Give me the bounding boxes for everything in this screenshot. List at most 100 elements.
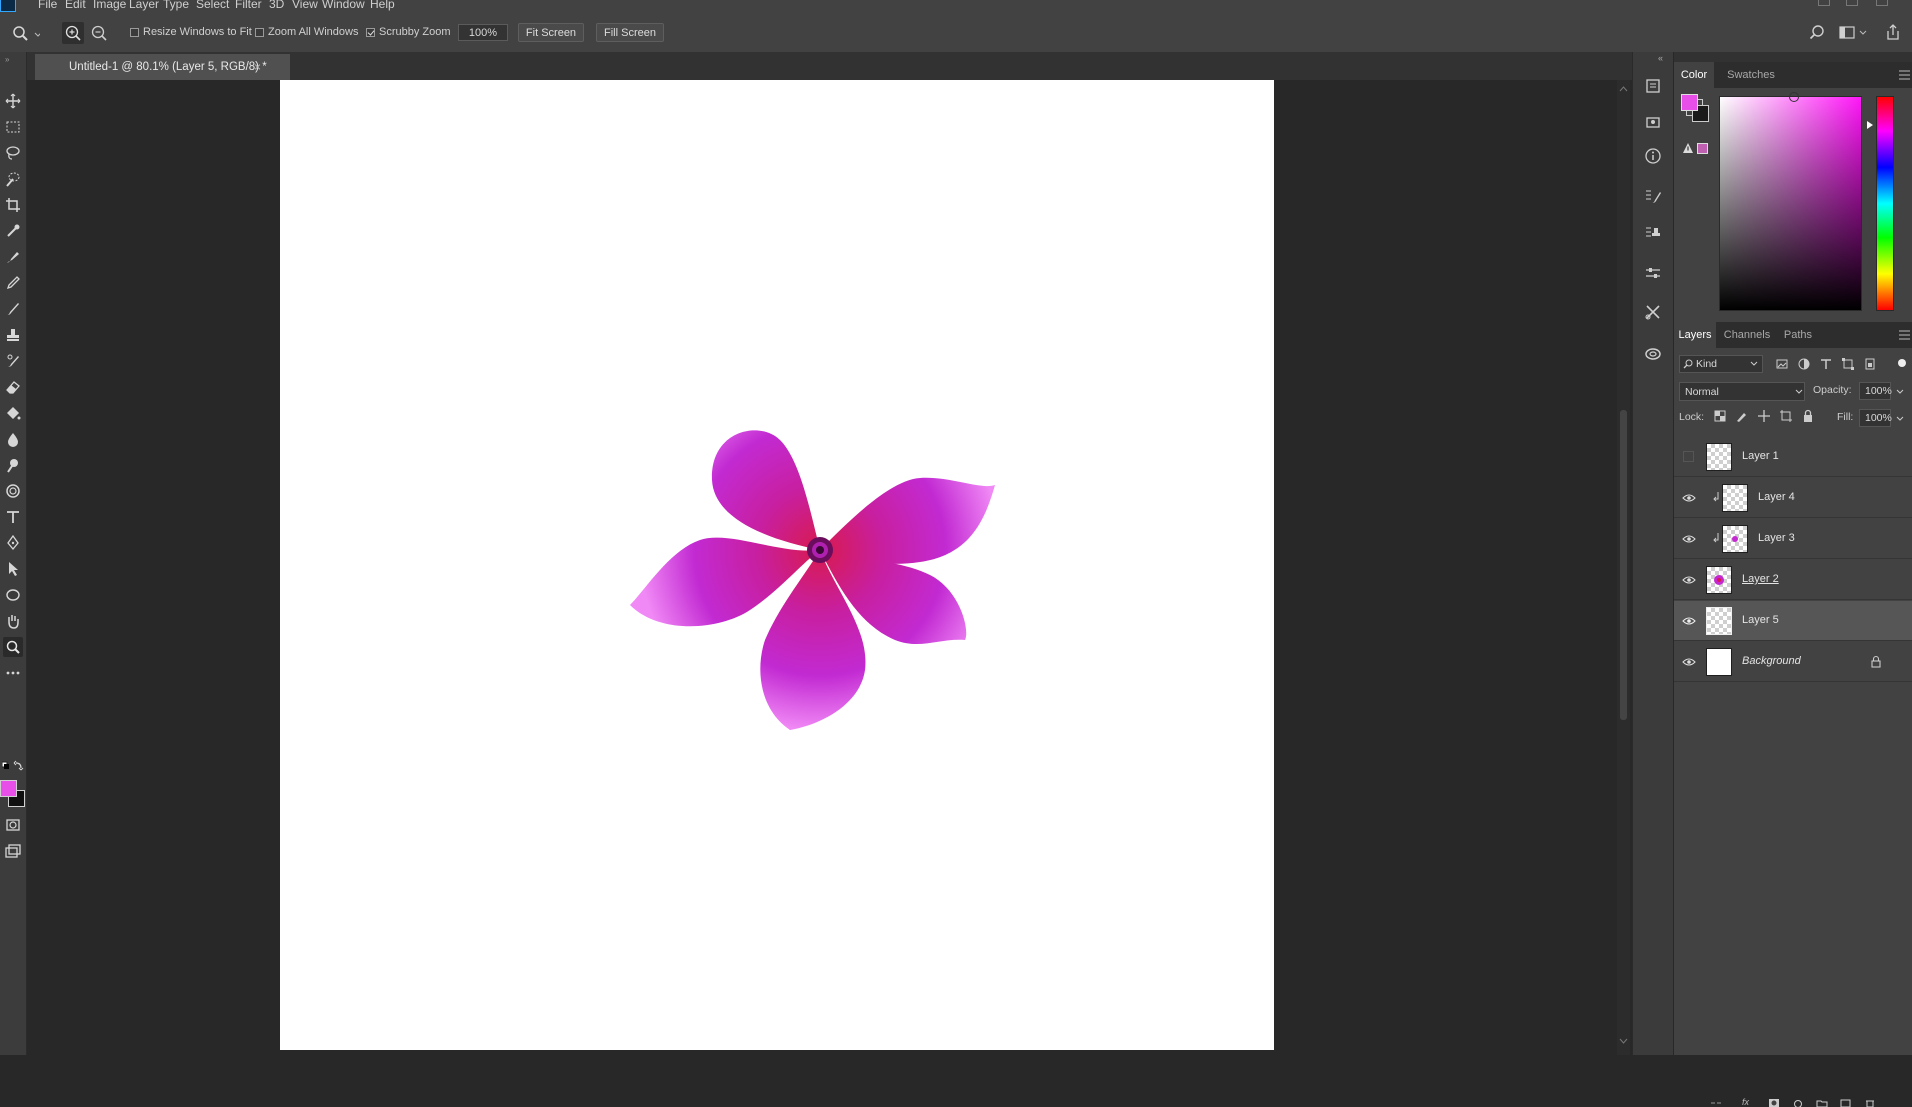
filter-toggle-switch[interactable] — [1898, 359, 1906, 367]
pen-tool[interactable] — [3, 533, 23, 553]
dock-collapse-icon[interactable]: « — [1658, 53, 1663, 63]
minimize-button[interactable] — [1818, 0, 1830, 6]
opacity-chevron-down-icon[interactable] — [1896, 389, 1904, 395]
shape-tool[interactable] — [3, 585, 23, 605]
new-adjustment-layer-icon[interactable] — [1792, 1099, 1804, 1107]
color-panel-fg-swatch[interactable] — [1681, 94, 1698, 111]
menu-3d[interactable]: 3D — [269, 0, 284, 11]
menu-filter[interactable]: Filter — [235, 0, 262, 11]
menu-file[interactable]: File — [38, 0, 57, 11]
eye-icon[interactable] — [1682, 491, 1696, 505]
tool-preset-picker[interactable] — [10, 24, 40, 44]
brush-settings-panel-button[interactable] — [1642, 185, 1664, 207]
menu-view[interactable]: View — [292, 0, 318, 11]
fit-screen-button[interactable]: Fit Screen — [518, 23, 584, 42]
layer-name[interactable]: Layer 3 — [1758, 532, 1795, 544]
blur-tool[interactable] — [3, 429, 23, 449]
zoom-tool[interactable] — [3, 637, 23, 657]
share-icon[interactable] — [1884, 23, 1902, 41]
move-tool[interactable] — [3, 91, 23, 111]
scrubby-zoom-checkbox[interactable] — [366, 28, 375, 37]
scrubby-zoom-option[interactable]: Scrubby Zoom — [366, 26, 451, 38]
opacity-field[interactable]: 100% — [1859, 382, 1891, 400]
layer-row-layer-1[interactable]: Layer 1 — [1674, 437, 1912, 477]
zoom-all-checkbox[interactable] — [255, 28, 264, 37]
tab-swatches[interactable]: Swatches — [1721, 62, 1781, 88]
scroll-down-arrow-icon[interactable] — [1619, 1038, 1628, 1044]
lock-position-icon[interactable] — [1757, 409, 1771, 423]
color-picker-marker[interactable] — [1789, 92, 1799, 102]
crop-tool[interactable] — [3, 195, 23, 215]
clone-stamp-tool[interactable] — [3, 325, 23, 345]
zoom-out-button[interactable] — [88, 22, 110, 44]
marquee-tool[interactable] — [3, 117, 23, 137]
libraries-panel-button[interactable] — [1642, 111, 1664, 133]
lasso-tool[interactable] — [3, 143, 23, 163]
layer-row-background[interactable]: Background — [1674, 642, 1912, 682]
out-of-gamut-warning-icon[interactable] — [1682, 142, 1694, 154]
menu-select[interactable]: Select — [196, 0, 229, 11]
scrollbar-thumb[interactable] — [1620, 410, 1627, 720]
tab-channels[interactable]: Channels — [1718, 322, 1776, 348]
default-colors-icon[interactable] — [2, 760, 24, 772]
tab-paths[interactable]: Paths — [1776, 322, 1820, 348]
link-layers-icon[interactable] — [1710, 1099, 1722, 1107]
quick-mask-button[interactable] — [3, 815, 23, 835]
clone-source-panel-button[interactable] — [1642, 222, 1664, 244]
color-picker-field[interactable] — [1719, 96, 1862, 311]
workspace-switcher-icon[interactable] — [1838, 24, 1868, 42]
lock-all-icon[interactable] — [1801, 409, 1815, 423]
menu-help[interactable]: Help — [370, 0, 395, 11]
menu-edit[interactable]: Edit — [65, 0, 86, 11]
document-tab[interactable]: Untitled-1 @ 80.1% (Layer 5, RGB/8) * × — [35, 54, 290, 80]
new-group-icon[interactable] — [1816, 1099, 1828, 1107]
layer-name[interactable]: Background — [1742, 655, 1801, 667]
eyedropper-tool[interactable] — [3, 221, 23, 241]
menu-window[interactable]: Window — [322, 0, 365, 11]
path-selection-tool[interactable] — [3, 559, 23, 579]
hue-slider[interactable] — [1876, 96, 1894, 311]
tool-presets-panel-button[interactable] — [1642, 301, 1664, 323]
tab-layers[interactable]: Layers — [1674, 322, 1716, 348]
lock-transparent-pixels-icon[interactable] — [1713, 409, 1727, 423]
close-window-button[interactable] — [1876, 0, 1888, 6]
zoom-percent-field[interactable]: 100% — [458, 24, 508, 41]
toolbar-collapse-icon[interactable]: » — [5, 55, 9, 64]
eye-icon[interactable] — [1682, 655, 1696, 669]
layer-row-layer-4[interactable]: Layer 4 — [1674, 478, 1912, 518]
hue-slider-handle-icon[interactable] — [1867, 121, 1874, 129]
eye-icon[interactable] — [1682, 573, 1696, 587]
fill-chevron-down-icon[interactable] — [1896, 416, 1904, 422]
layer-row-layer-3[interactable]: Layer 3 — [1674, 519, 1912, 559]
adjustments-panel-button[interactable] — [1642, 262, 1664, 284]
healing-brush-tool[interactable] — [3, 247, 23, 267]
gamut-color-swatch[interactable] — [1697, 143, 1708, 154]
eye-icon[interactable] — [1682, 532, 1696, 546]
edit-toolbar-button[interactable] — [3, 663, 23, 683]
maximize-button[interactable] — [1846, 0, 1858, 6]
blend-mode-select[interactable]: Normal — [1679, 382, 1805, 401]
tab-color[interactable]: Color — [1674, 62, 1714, 88]
layers-panel-menu-icon[interactable] — [1899, 330, 1910, 340]
info-panel-button[interactable] — [1642, 145, 1664, 167]
layer-row-layer-2[interactable]: Layer 2 — [1674, 560, 1912, 600]
fill-screen-button[interactable]: Fill Screen — [596, 23, 664, 42]
menu-image[interactable]: Image — [93, 0, 126, 11]
layer-name[interactable]: Layer 1 — [1742, 450, 1779, 462]
resize-windows-option[interactable]: Resize Windows to Fit — [130, 26, 252, 38]
history-brush-tool[interactable] — [3, 351, 23, 371]
type-tool[interactable] — [3, 507, 23, 527]
type-layer-filter-icon[interactable] — [1819, 357, 1833, 371]
shape-layer-filter-icon[interactable] — [1841, 357, 1855, 371]
layer-name[interactable]: Layer 5 — [1742, 614, 1779, 626]
foreground-color-swatch[interactable] — [0, 780, 17, 797]
zoom-in-button[interactable] — [62, 22, 84, 44]
search-icon[interactable] — [1808, 24, 1826, 42]
zoom-all-option[interactable]: Zoom All Windows — [255, 26, 358, 38]
new-layer-icon[interactable] — [1840, 1099, 1852, 1107]
creative-cloud-button[interactable] — [1642, 342, 1664, 364]
history-panel-button[interactable] — [1642, 75, 1664, 97]
smart-object-filter-icon[interactable] — [1863, 357, 1877, 371]
vertical-scrollbar[interactable] — [1617, 80, 1630, 1055]
add-mask-icon[interactable] — [1768, 1099, 1780, 1107]
